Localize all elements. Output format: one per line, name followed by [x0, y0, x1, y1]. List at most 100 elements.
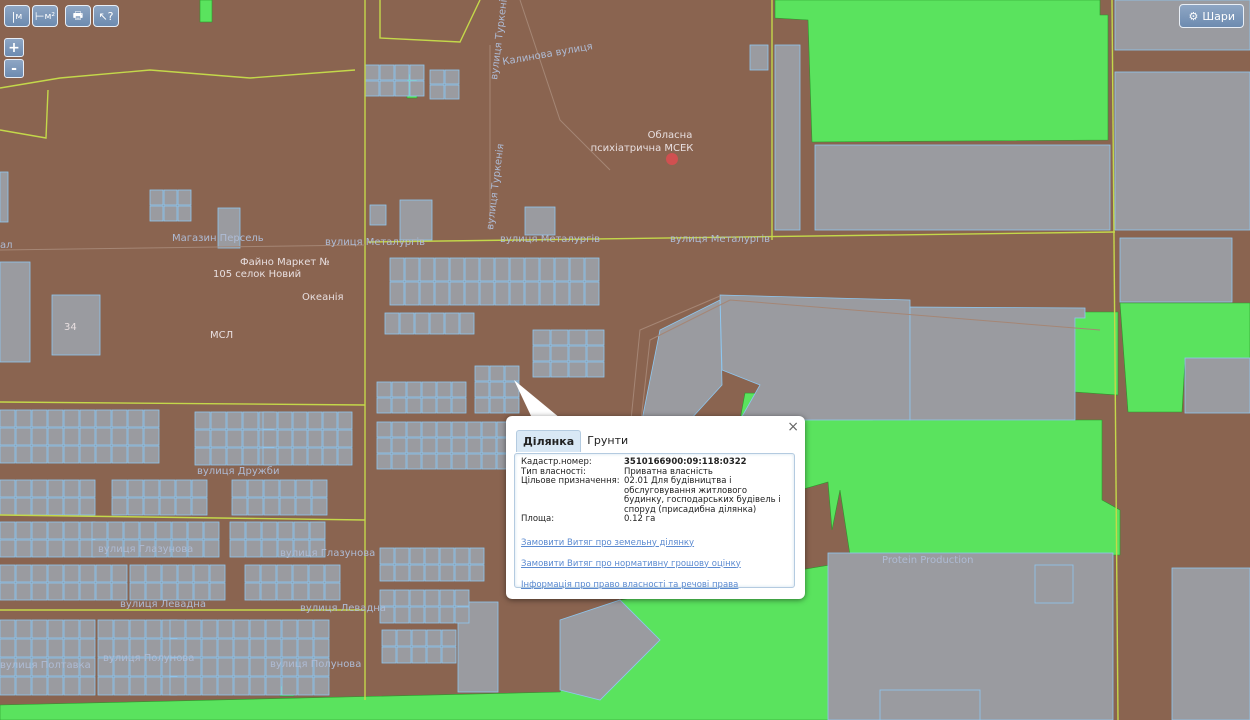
parcel[interactable]: [79, 676, 96, 696]
parcel[interactable]: [63, 619, 80, 639]
parcel[interactable]: [550, 329, 569, 346]
parcel[interactable]: [143, 497, 160, 516]
parcel[interactable]: [436, 381, 452, 398]
parcel[interactable]: [247, 497, 264, 516]
parcel[interactable]: [63, 497, 80, 516]
parcel[interactable]: [421, 453, 437, 470]
parcel[interactable]: [532, 361, 551, 378]
order-valuation-extract-link[interactable]: Замовити Витяг про нормативну грошову оц…: [521, 559, 788, 569]
parcel[interactable]: [127, 479, 144, 498]
parcel[interactable]: [292, 447, 308, 466]
parcel[interactable]: [161, 582, 178, 601]
measure-distance-button[interactable]: | м: [4, 5, 30, 27]
parcel[interactable]: [406, 437, 422, 454]
parcel[interactable]: [63, 582, 80, 601]
parcel[interactable]: [149, 205, 164, 222]
parcel[interactable]: [381, 646, 397, 664]
parcel[interactable]: [584, 257, 600, 282]
identify-button[interactable]: ↖?: [93, 5, 119, 27]
parcel[interactable]: [47, 582, 64, 601]
parcel[interactable]: [111, 409, 128, 428]
parcel[interactable]: [409, 547, 425, 565]
parcel[interactable]: [376, 397, 392, 414]
parcel[interactable]: [111, 479, 128, 498]
parcel[interactable]: [337, 429, 353, 448]
parcel[interactable]: [47, 676, 64, 696]
parcel[interactable]: [406, 397, 422, 414]
parcel[interactable]: [0, 427, 16, 446]
parcel[interactable]: [79, 445, 96, 464]
parcel[interactable]: [324, 582, 341, 601]
parcel[interactable]: [217, 657, 234, 677]
parcel[interactable]: [292, 564, 309, 583]
parcel[interactable]: [469, 564, 485, 582]
parcel[interactable]: [409, 64, 425, 81]
parcel[interactable]: [63, 445, 80, 464]
measure-area-button[interactable]: ⊢ м²: [32, 5, 58, 27]
parcel[interactable]: [31, 539, 48, 558]
parcel[interactable]: [233, 638, 250, 658]
parcel[interactable]: [127, 445, 144, 464]
ownership-rights-info-link[interactable]: Інформація про право власності та речові…: [521, 580, 788, 590]
parcel[interactable]: [245, 521, 262, 540]
parcel[interactable]: [421, 381, 437, 398]
parcel[interactable]: [247, 479, 264, 498]
parcel[interactable]: [429, 84, 445, 100]
parcel[interactable]: [145, 676, 162, 696]
tab-parcel[interactable]: Ділянка: [516, 430, 582, 452]
parcel[interactable]: [127, 409, 144, 428]
parcel[interactable]: [379, 64, 395, 81]
parcel[interactable]: [568, 345, 587, 362]
parcel[interactable]: [95, 427, 112, 446]
parcel[interactable]: [586, 361, 605, 378]
parcel[interactable]: [313, 676, 330, 696]
parcel[interactable]: [489, 365, 505, 382]
parcel[interactable]: [63, 427, 80, 446]
parcel[interactable]: [143, 409, 160, 428]
parcel[interactable]: [163, 189, 178, 206]
parcel[interactable]: [281, 619, 298, 639]
parcel[interactable]: [263, 479, 280, 498]
parcel[interactable]: [426, 646, 442, 664]
parcel[interactable]: [47, 497, 64, 516]
parcel[interactable]: [194, 411, 211, 430]
parcel[interactable]: [31, 427, 48, 446]
parcel[interactable]: [454, 547, 470, 565]
parcel[interactable]: [15, 479, 32, 498]
parcel[interactable]: [376, 437, 392, 454]
parcel[interactable]: [292, 582, 309, 601]
parcel[interactable]: [226, 447, 243, 466]
parcel[interactable]: [391, 453, 407, 470]
parcel[interactable]: [31, 619, 48, 639]
parcel[interactable]: [0, 497, 16, 516]
parcel[interactable]: [210, 429, 227, 448]
parcel[interactable]: [260, 564, 277, 583]
parcel[interactable]: [439, 564, 455, 582]
parcel[interactable]: [47, 445, 64, 464]
parcel[interactable]: [311, 497, 328, 516]
parcel[interactable]: [31, 521, 48, 540]
parcel[interactable]: [568, 329, 587, 346]
parcel[interactable]: [79, 409, 96, 428]
parcel[interactable]: [201, 657, 218, 677]
parcel[interactable]: [47, 521, 64, 540]
parcel[interactable]: [143, 445, 160, 464]
parcel[interactable]: [97, 676, 114, 696]
parcel[interactable]: [0, 409, 16, 428]
parcel[interactable]: [31, 445, 48, 464]
parcel[interactable]: [149, 189, 164, 206]
parcel[interactable]: [436, 437, 452, 454]
parcel[interactable]: [15, 539, 32, 558]
parcel[interactable]: [479, 281, 495, 306]
parcel[interactable]: [145, 619, 162, 639]
parcel[interactable]: [265, 619, 282, 639]
parcel[interactable]: [376, 421, 392, 438]
parcel[interactable]: [277, 429, 293, 448]
parcel[interactable]: [107, 521, 124, 540]
parcel[interactable]: [308, 564, 325, 583]
parcel[interactable]: [201, 619, 218, 639]
parcel[interactable]: [233, 619, 250, 639]
parcel[interactable]: [481, 453, 497, 470]
parcel[interactable]: [391, 437, 407, 454]
parcel[interactable]: [276, 582, 293, 601]
